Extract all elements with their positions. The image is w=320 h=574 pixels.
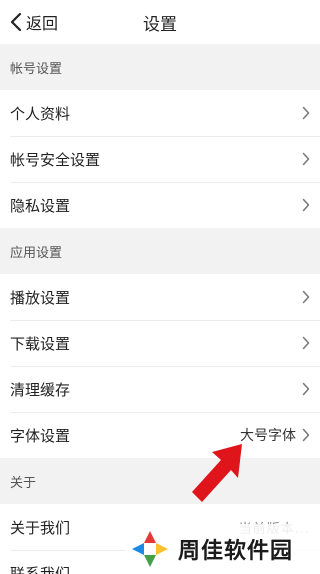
back-label: 返回 xyxy=(26,14,59,33)
row-clear-cache[interactable]: 清理缓存 xyxy=(0,366,320,412)
nav-bar: 返回 设置 xyxy=(0,0,320,44)
section-header-about: 关于 xyxy=(0,458,320,504)
chevron-right-icon xyxy=(302,198,310,212)
row-download[interactable]: 下载设置 xyxy=(0,320,320,366)
annotation-arrow-icon xyxy=(192,444,242,502)
row-label: 清理缓存 xyxy=(10,380,71,399)
row-privacy[interactable]: 隐私设置 xyxy=(0,182,320,228)
chevron-right-icon xyxy=(302,336,310,350)
row-label: 字体设置 xyxy=(10,426,71,445)
section-header-app: 应用设置 xyxy=(0,228,320,274)
page-title: 设置 xyxy=(143,14,177,35)
chevron-left-icon xyxy=(10,12,22,32)
row-label: 播放设置 xyxy=(10,288,71,307)
watermark-logo-icon xyxy=(132,531,168,567)
chevron-right-icon xyxy=(302,428,310,442)
row-label: 隐私设置 xyxy=(10,196,71,215)
row-font-size[interactable]: 字体设置 大号字体 xyxy=(0,412,320,458)
chevron-right-icon xyxy=(302,152,310,166)
row-label: 下载设置 xyxy=(10,334,71,353)
row-profile[interactable]: 个人资料 xyxy=(0,90,320,136)
section-header-account: 帐号设置 xyxy=(0,44,320,90)
watermark-text: 周佳软件园 xyxy=(178,539,294,564)
chevron-right-icon xyxy=(302,106,310,120)
row-label: 个人资料 xyxy=(10,104,71,123)
chevron-right-icon xyxy=(302,382,310,396)
row-account-security[interactable]: 帐号安全设置 xyxy=(0,136,320,182)
watermark: 周佳软件园 xyxy=(126,524,320,574)
back-button[interactable]: 返回 xyxy=(10,0,58,44)
row-playback[interactable]: 播放设置 xyxy=(0,274,320,320)
row-label: 联系我们 xyxy=(10,564,71,574)
row-label: 帐号安全设置 xyxy=(10,150,101,169)
chevron-right-icon xyxy=(302,290,310,304)
row-label: 关于我们 xyxy=(10,518,71,537)
